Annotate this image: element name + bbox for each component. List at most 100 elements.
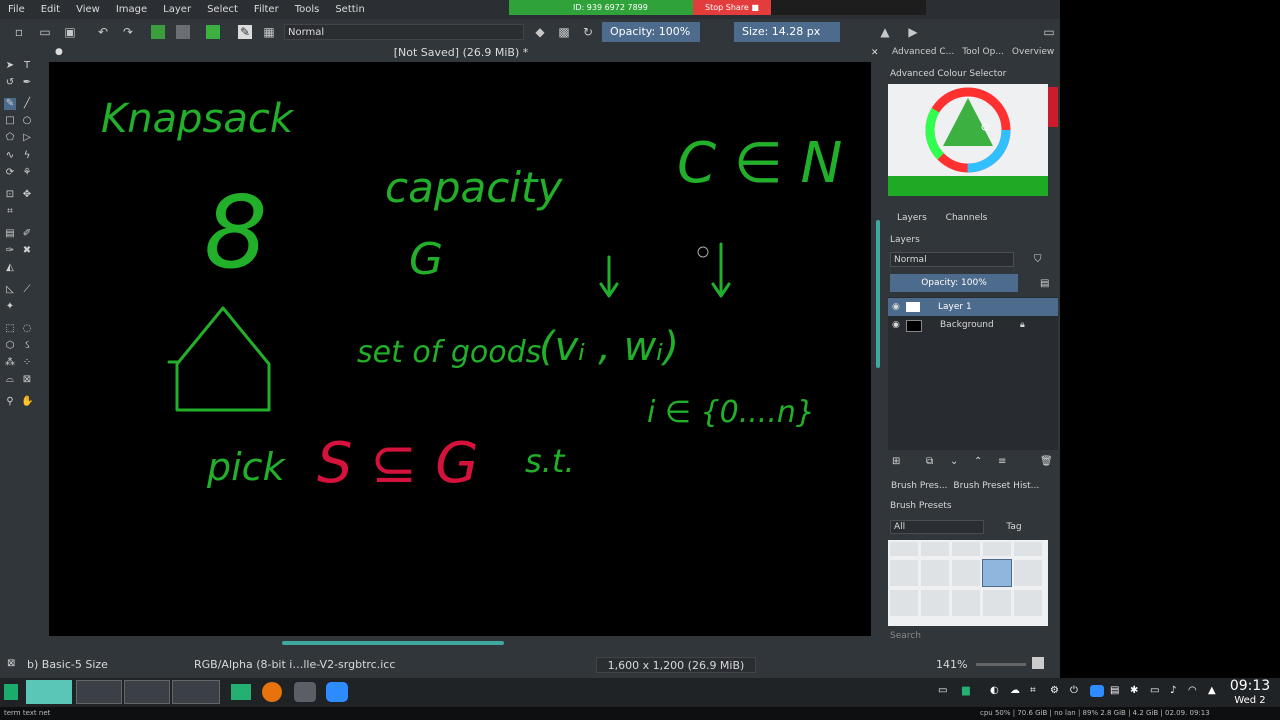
tray-files-icon[interactable]: ▆ (962, 685, 970, 696)
firefox-icon[interactable] (262, 682, 282, 702)
tab-layers[interactable]: Layers (897, 213, 927, 223)
color-picker-tool-icon[interactable]: ✐ (21, 228, 33, 240)
brush-preset[interactable] (1014, 590, 1042, 616)
brush-tag-filter[interactable]: All (890, 520, 984, 534)
menu-edit[interactable]: Edit (33, 4, 68, 15)
stop-share-button[interactable]: Stop Share ■ (693, 0, 771, 15)
clock[interactable]: 09:13 (1222, 678, 1278, 694)
select-shapes-tool-icon[interactable]: ➤ (4, 60, 16, 72)
zoom-tool-icon[interactable]: ⚲ (4, 396, 16, 408)
polyline-tool-icon[interactable]: ▷ (21, 132, 33, 144)
brush-preset[interactable] (890, 542, 918, 556)
layer-opacity-slider[interactable]: Opacity: 100% (890, 274, 1018, 292)
zoom-slider[interactable] (976, 663, 1026, 666)
multibrush-tool-icon[interactable]: ⚘ (21, 167, 33, 179)
crop-tool-icon[interactable]: ⊡ (4, 189, 16, 201)
foreground-color-icon[interactable] (206, 25, 220, 39)
close-view-icon[interactable]: ✕ (871, 48, 879, 58)
menu-file[interactable]: File (0, 4, 33, 15)
brush-preset[interactable] (890, 590, 918, 616)
duplicate-layer-icon[interactable]: ⧉ (926, 456, 933, 467)
assistant-tool-icon[interactable]: ◺ (4, 284, 16, 296)
layer-row-layer1[interactable]: ◉ Layer 1 (888, 298, 1058, 316)
measure-tool-icon[interactable]: ⟋ (21, 284, 33, 296)
color-shade-strip[interactable] (888, 176, 1048, 196)
eraser-icon[interactable]: ◆ (533, 25, 547, 39)
blend-mode-select[interactable]: Normal (284, 24, 524, 40)
add-layer-icon[interactable]: ⊞ (892, 456, 900, 467)
vertical-scrollbar[interactable] (876, 220, 880, 368)
tray-expand-icon[interactable]: ▲ (1208, 685, 1216, 696)
dynamic-brush-tool-icon[interactable]: ⟳ (4, 167, 16, 179)
color-triangle[interactable] (943, 98, 993, 146)
clipboard-icon[interactable]: ▤ (1110, 685, 1119, 696)
opacity-slider[interactable]: Opacity: 100% (602, 22, 700, 42)
transform-tool-icon[interactable]: ⌗ (4, 206, 16, 218)
start-menu-icon[interactable] (4, 684, 18, 700)
contiguous-select-tool-icon[interactable]: ⁂ (4, 357, 16, 369)
pan-tool-icon[interactable]: ✋ (21, 396, 33, 408)
filter-icon[interactable]: ⛉ (1034, 254, 1042, 265)
status-zoom[interactable]: 141% (936, 658, 967, 671)
brush-preset[interactable] (983, 542, 1011, 556)
bezier-select-tool-icon[interactable]: ⌓ (4, 374, 16, 386)
layer-name[interactable]: Layer 1 (938, 298, 972, 316)
visibility-eye-icon[interactable]: ◉ (892, 298, 900, 316)
tray-window-icon[interactable]: ▭ (938, 685, 947, 696)
workspace-1[interactable] (26, 680, 72, 704)
text-tool-icon[interactable]: T (21, 60, 33, 72)
menu-layer[interactable]: Layer (155, 4, 199, 15)
file-manager-icon[interactable] (231, 684, 251, 700)
color-history-swatch[interactable] (1048, 87, 1058, 127)
fill-tool-icon[interactable]: ◭ (4, 262, 16, 274)
gradient-icon[interactable] (151, 25, 165, 39)
delete-layer-icon[interactable]: 🗑︎ (1040, 456, 1053, 467)
freehand-brush-tool-icon[interactable]: ✎ (4, 98, 16, 110)
pattern-icon[interactable] (176, 25, 190, 39)
move-tool-icon[interactable]: ✥ (21, 189, 33, 201)
layer-row-background[interactable]: ◉ Background 🔒︎ (888, 316, 1058, 334)
menu-view[interactable]: View (68, 4, 108, 15)
lock-icon[interactable]: 🔒︎ (1020, 316, 1025, 334)
smart-patch-tool-icon[interactable]: ✑ (4, 245, 16, 257)
brush-preset[interactable] (952, 560, 980, 586)
edit-shapes-tool-icon[interactable]: ↺ (4, 77, 16, 89)
alpha-lock-icon[interactable]: ▩ (557, 25, 571, 39)
colorize-mask-tool-icon[interactable]: ✖ (21, 245, 33, 257)
mirror-horizontal-icon[interactable]: ▲ (878, 25, 892, 39)
brush-preset[interactable] (1014, 542, 1042, 556)
tray-drive-icon[interactable]: ▭ (1150, 685, 1159, 696)
menu-filter[interactable]: Filter (246, 4, 287, 15)
krita-app-icon[interactable] (294, 682, 316, 702)
power-icon[interactable]: ⏻ (1070, 685, 1078, 696)
redo-icon[interactable]: ↷ (121, 25, 135, 39)
tray-bluetooth-icon[interactable]: ✱ (1130, 685, 1138, 696)
layer-properties-icon[interactable]: ≡ (998, 456, 1006, 467)
ellipse-tool-icon[interactable]: ○ (21, 115, 33, 127)
brush-preset[interactable] (921, 560, 949, 586)
volume-icon[interactable]: ♪ (1170, 685, 1176, 696)
tab-tool-options[interactable]: Tool Op... (958, 47, 1008, 61)
gradient-tool-icon[interactable]: ▤ (4, 228, 16, 240)
similar-select-tool-icon[interactable]: ⁘ (21, 357, 33, 369)
freehand-select-tool-icon[interactable]: ઽ (21, 340, 33, 352)
brush-editor-icon[interactable]: ▦ (262, 25, 276, 39)
brush-indicator-icon[interactable]: ⊠ (7, 658, 15, 669)
horizontal-scrollbar[interactable] (282, 641, 504, 645)
open-folder-icon[interactable]: ▭ (38, 25, 52, 39)
brush-preset-icon[interactable]: ✎ (238, 25, 252, 39)
visibility-eye-icon[interactable]: ◉ (892, 316, 900, 334)
tab-brush-history[interactable]: Brush Preset Hist... (950, 481, 1042, 495)
polygon-tool-icon[interactable]: ⬠ (4, 132, 16, 144)
reload-preset-icon[interactable]: ↻ (581, 25, 595, 39)
layer-blend-select[interactable]: Normal (890, 252, 1014, 267)
tray-zoom-icon[interactable] (1090, 685, 1104, 697)
layer-properties-icon[interactable]: ▤ (1040, 278, 1049, 289)
tab-overview[interactable]: Overview (1008, 47, 1058, 61)
tab-channels[interactable]: Channels (946, 213, 988, 223)
brush-search-input[interactable]: Search (890, 631, 1048, 645)
line-tool-icon[interactable]: ╱ (21, 98, 33, 110)
reference-tool-icon[interactable]: ✦ (4, 301, 16, 313)
calligraphy-tool-icon[interactable]: ✒ (21, 77, 33, 89)
move-layer-down-icon[interactable]: ⌄ (950, 456, 958, 467)
